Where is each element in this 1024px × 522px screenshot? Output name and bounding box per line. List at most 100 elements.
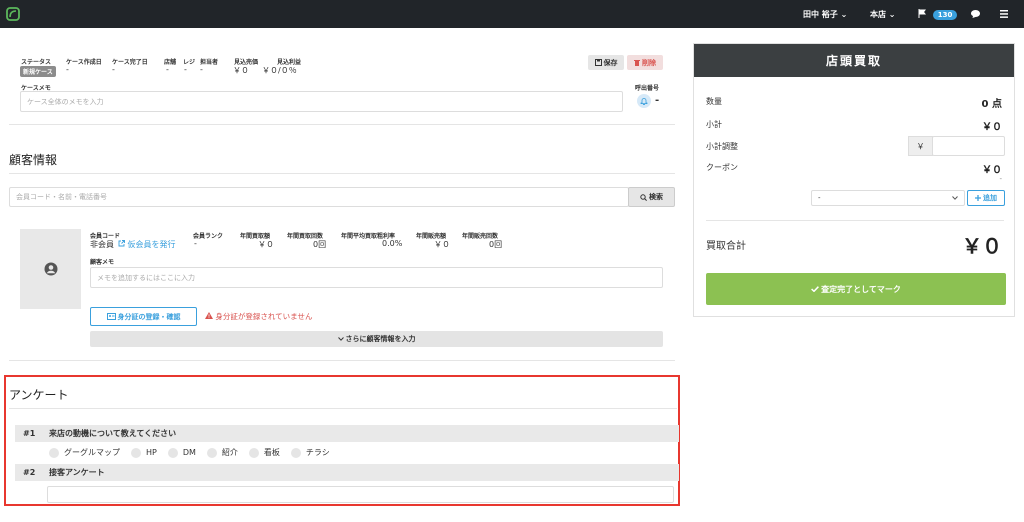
notification-count-badge: 130: [932, 10, 958, 20]
question-number: #1: [23, 429, 36, 438]
user-menu[interactable]: 田中 裕子 ⌄: [803, 9, 847, 20]
quantity-value: 0 点: [981, 99, 1002, 110]
coupon-value: ￥０: [982, 165, 1002, 176]
search-icon: [640, 193, 647, 201]
call-number-label: 呼出番号: [635, 85, 660, 92]
store-menu[interactable]: 本店 ⌄: [870, 9, 896, 20]
user-circle-icon: [44, 262, 57, 276]
annual-sales-count-value: 0回: [489, 240, 503, 249]
subtotal-label: 小計: [706, 120, 722, 129]
more-customer-info-label: さらに顧客情報を入力: [345, 335, 416, 343]
survey-option-dm[interactable]: DM: [167, 447, 196, 458]
divider: [706, 220, 1004, 221]
case-memo-textarea[interactable]: ケース全体のメモを入力: [20, 91, 623, 112]
divider: [9, 408, 677, 409]
radio-button[interactable]: [131, 447, 141, 458]
option-label: グーグルマップ: [64, 448, 120, 457]
completed-date-value: -: [112, 65, 115, 74]
customer-section-title: 顧客情報: [9, 153, 58, 167]
radio-button[interactable]: [206, 447, 217, 458]
chat-icon[interactable]: [971, 10, 980, 18]
survey-option-signboard[interactable]: 看板: [248, 447, 280, 458]
check-icon: [811, 286, 820, 292]
member-code-value: 非会員: [90, 240, 114, 249]
divider: [9, 173, 675, 174]
bell-icon: [640, 98, 648, 105]
expected-sales-value: ￥０: [233, 66, 249, 75]
survey-options: グーグルマップ HP DM 紹介 看板 チラシ: [49, 447, 341, 458]
add-coupon-button[interactable]: 追加: [967, 190, 1005, 206]
divider: [9, 360, 675, 361]
save-button[interactable]: 保存: [588, 55, 624, 70]
subtotal-adjust-input[interactable]: [932, 136, 1005, 156]
divider: [9, 124, 675, 125]
radio-button[interactable]: [167, 447, 178, 458]
survey-question-1: #1 来店の動機について教えてください: [15, 425, 679, 442]
survey-question-2: #2 接客アンケート: [15, 464, 679, 481]
option-label: 紹介: [221, 448, 238, 457]
mark-appraisal-complete-button[interactable]: 査定完了としてマーク: [706, 273, 1006, 305]
option-label: DM: [182, 448, 196, 457]
app-logo-icon[interactable]: [6, 7, 20, 21]
annual-sales-amount-value: ￥０: [434, 240, 450, 249]
flag-icon: [918, 9, 926, 18]
annual-buy-count-value: 0回: [313, 240, 327, 249]
case-memo-placeholder: ケース全体のメモを入力: [27, 97, 104, 106]
radio-button[interactable]: [290, 447, 301, 458]
mark-complete-label: 査定完了としてマーク: [821, 284, 901, 294]
id-register-button[interactable]: 身分証の登録・確認: [90, 307, 197, 326]
question-text: 来店の動機について教えてください: [49, 429, 177, 438]
id-register-label: 身分証の登録・確認: [117, 312, 181, 321]
issue-temp-member-link[interactable]: 仮会員を発行: [118, 239, 176, 250]
coupon-label: クーポン: [706, 163, 738, 172]
yen-prefix: ￥: [908, 136, 933, 156]
staff-value: -: [200, 65, 203, 74]
option-label: チラシ: [305, 448, 330, 457]
survey-answer-input[interactable]: [47, 486, 674, 503]
delete-button[interactable]: 削除: [627, 55, 663, 70]
expected-profit-value: ￥０/０％: [262, 66, 297, 75]
customer-memo-placeholder: メモを追加するにはここに入力: [97, 273, 195, 282]
hamburger-menu-icon[interactable]: [1000, 10, 1008, 18]
radio-button[interactable]: [49, 447, 59, 458]
coupon-sub-value: -: [999, 175, 1002, 183]
customer-memo-label: 顧客メモ: [90, 259, 115, 266]
chevron-down-icon: [337, 337, 344, 341]
option-label: 看板: [263, 448, 280, 457]
call-number-value: -: [655, 95, 660, 106]
avg-margin-rate-value: 0.0%: [382, 239, 403, 248]
total-label: 買取合計: [706, 241, 746, 252]
store-value: -: [166, 65, 169, 74]
customer-search-button[interactable]: 検索: [628, 187, 675, 207]
notifications-button[interactable]: 130: [918, 9, 958, 20]
member-rank-label: 会員ランク: [193, 233, 224, 240]
subtotal-adjust-label: 小計調整: [706, 142, 738, 151]
survey-option-flyer[interactable]: チラシ: [290, 447, 330, 458]
question-text: 接客アンケート: [49, 468, 105, 477]
radio-button[interactable]: [248, 447, 259, 458]
coupon-select[interactable]: -: [811, 190, 965, 206]
plus-icon: [975, 195, 981, 201]
id-warning-message: 身分証が登録されていません: [205, 311, 312, 322]
survey-option-google-map[interactable]: グーグルマップ: [49, 447, 120, 458]
annual-buy-amount-value: ￥０: [258, 240, 274, 249]
status-badge: 新規ケース: [20, 66, 56, 77]
quantity-label: 数量: [706, 97, 722, 106]
option-label: HP: [146, 448, 157, 457]
id-card-icon: [106, 313, 116, 320]
customer-search-input[interactable]: 会員コード・名前・電話番号: [9, 187, 629, 207]
total-value: ￥０: [962, 234, 1002, 258]
more-customer-info-button[interactable]: さらに顧客情報を入力: [90, 331, 663, 347]
external-link-icon: [118, 240, 125, 247]
id-warning-text: 身分証が登録されていません: [215, 312, 313, 321]
coupon-select-value: -: [818, 194, 821, 202]
survey-option-hp[interactable]: HP: [131, 447, 157, 458]
customer-memo-textarea[interactable]: メモを追加するにはここに入力: [90, 267, 663, 288]
register-value: -: [184, 65, 187, 74]
created-date-value: -: [66, 65, 69, 74]
call-bell-button[interactable]: [637, 94, 651, 108]
member-rank-value: -: [194, 239, 197, 248]
survey-option-referral[interactable]: 紹介: [206, 447, 238, 458]
floppy-disk-icon: [594, 59, 602, 66]
warning-icon: [205, 312, 213, 319]
